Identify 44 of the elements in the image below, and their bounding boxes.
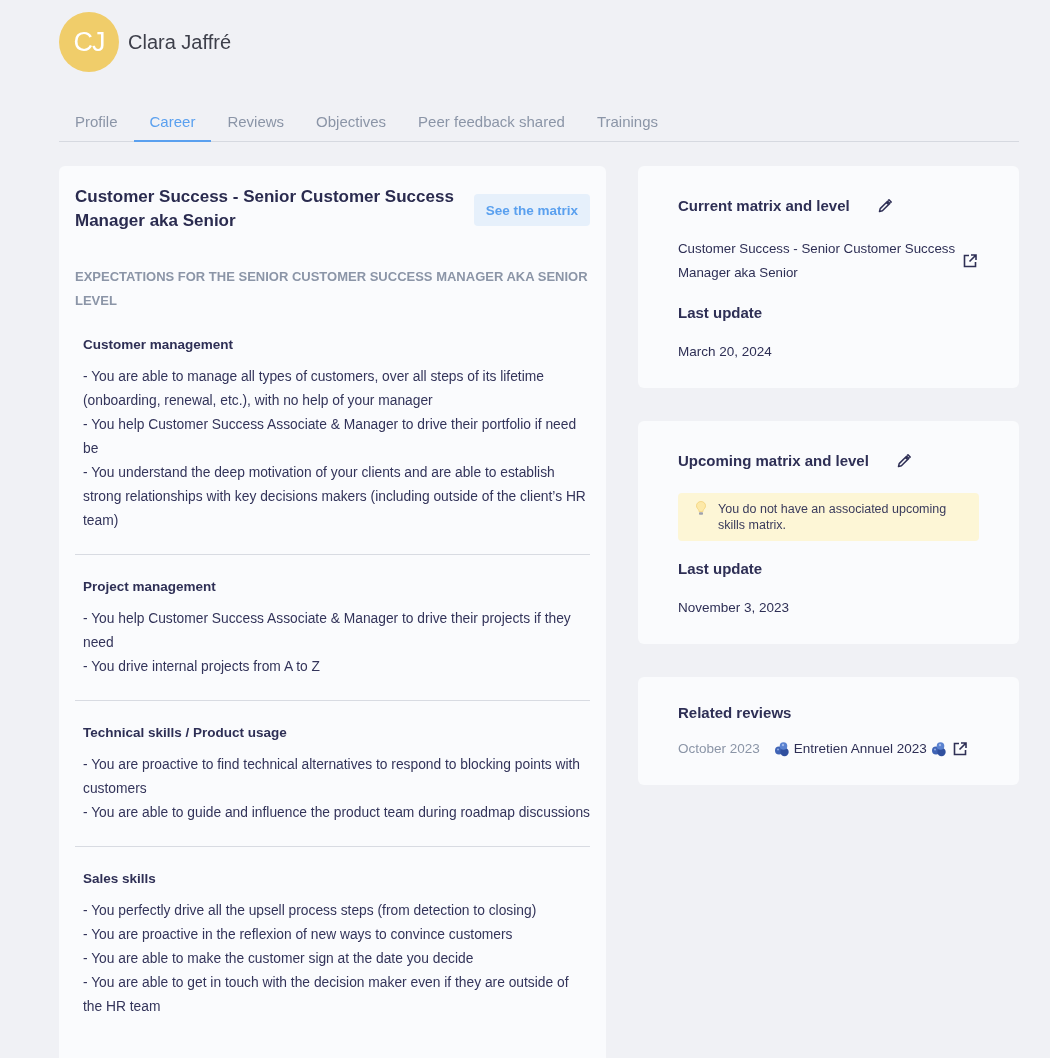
expectation-text: - You perfectly drive all the upsell process steps (from detection to closing) — [83, 902, 538, 920]
section-title: Sales skills — [83, 870, 157, 888]
expectation-text: - You drive internal projects from A to Z — [83, 658, 321, 676]
card-title: Related reviews — [678, 703, 793, 723]
card-title: Current matrix and level — [678, 196, 850, 216]
lightbulb-icon — [696, 501, 706, 516]
tab[interactable]: Reviews — [211, 102, 301, 142]
expectation-text: - You are able to make the customer sign at the date you decide — [83, 950, 475, 968]
matrix-link[interactable]: Customer Success - Senior Customer Success Manager aka Senior — [678, 237, 963, 285]
tab[interactable]: Trainings — [580, 102, 674, 142]
tab[interactable]: Peer feedback shared — [402, 102, 581, 142]
card-title: Upcoming matrix and level — [678, 451, 869, 471]
pencil-icon[interactable] — [877, 199, 892, 213]
external-link-icon[interactable] — [952, 742, 967, 756]
last-update-date: March 20, 2024 — [678, 343, 773, 361]
tab[interactable]: Profile — [59, 102, 134, 142]
pencil-icon[interactable] — [896, 454, 911, 468]
review-date: October 2023 — [678, 740, 760, 758]
review-link[interactable]: Entretien Annuel 2023 — [793, 737, 927, 761]
section-title: Customer management — [83, 336, 235, 354]
last-update-label: Last update — [678, 559, 764, 579]
berries-icon — [930, 741, 947, 757]
matrix-title: Customer Success - Senior Customer Success Manager aka Senior — [75, 186, 455, 232]
tab[interactable]: Objectives — [300, 102, 403, 142]
expectation-text: - You understand the deep motivation of your clients and are able to establish strong relationships with key decisions makers (including outside of the client’s HR team) — [83, 464, 587, 530]
expectation-text: - You are proactive in the reflexion of new ways to convince customers — [83, 926, 514, 944]
last-update-label: Last update — [678, 303, 764, 323]
notice-text: You do not have an associated upcoming skills matrix. — [718, 501, 948, 533]
tab[interactable]: Career — [133, 102, 212, 142]
expectation-text: - You are proactive to find technical alternatives to respond to blocking points with customers — [83, 756, 581, 798]
section-title: Technical skills / Product usage — [83, 724, 288, 742]
see-matrix-button[interactable]: See the matrix — [473, 194, 590, 226]
expectations-heading: EXPECTATIONS FOR THE SENIOR CUSTOMER SUCCESS MANAGER AKA SENIOR LEVEL — [75, 268, 589, 310]
avatar: CJ — [59, 12, 119, 72]
user-name: Clara Jaffré — [128, 30, 231, 54]
expectation-text: - You are able to guide and influence the product team during roadmap discussions — [83, 804, 590, 822]
berries-icon — [773, 741, 790, 757]
expectation-text: - You help Customer Success Associate & Manager to drive their portfolio if need be — [83, 416, 578, 458]
expectation-text: - You help Customer Success Associate & Manager to drive their projects if they need — [83, 610, 572, 652]
external-link-icon[interactable] — [963, 254, 977, 268]
expectation-text: - You are able to manage all types of customers, over all steps of its lifetime (onboarding, renewal, etc.), with no help of your manager — [83, 368, 545, 410]
last-update-date: November 3, 2023 — [678, 599, 791, 617]
section-title: Project management — [83, 578, 217, 596]
expectation-text: - You are able to get in touch with the decision maker even if they are outside of the HR team — [83, 974, 570, 1016]
